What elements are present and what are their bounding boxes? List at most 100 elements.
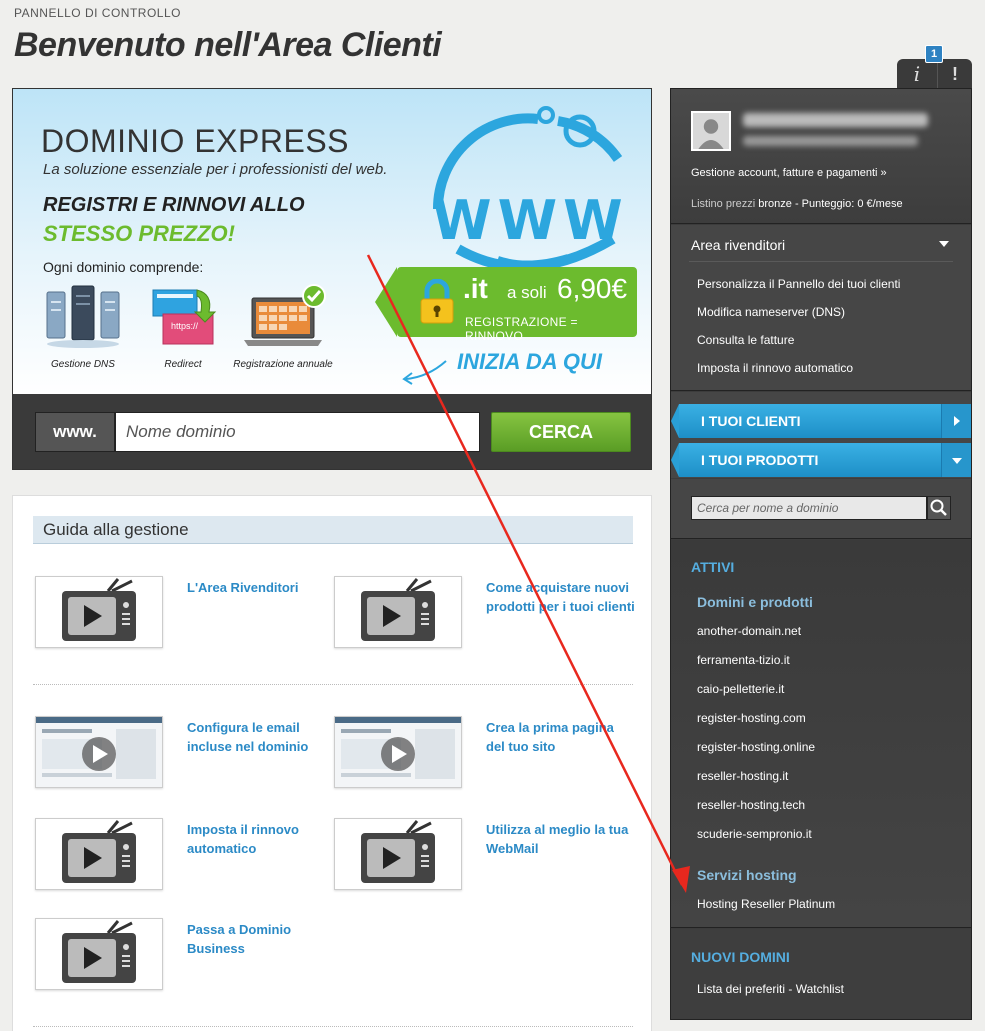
hosting-item[interactable]: Hosting Reseller Platinum xyxy=(697,897,835,911)
feature-annual-label: Registrazione annuale xyxy=(233,359,333,370)
tv-play-icon xyxy=(361,820,435,883)
price-list-value: bronze - Punteggio: 0 €/mese xyxy=(758,198,903,210)
guide-section: Guida alla gestione L'Area Rivenditori Co… xyxy=(12,495,652,1031)
video-item[interactable]: Come acquistare nuovi prodotti per i tuo… xyxy=(334,576,635,656)
reseller-item-autorenew[interactable]: Imposta il rinnovo automatico xyxy=(697,361,853,375)
filter-box xyxy=(671,479,971,539)
tv-play-icon xyxy=(62,920,136,983)
tab-products-label: I TUOI PRODOTTI xyxy=(701,452,819,468)
tv-play-icon xyxy=(361,578,435,641)
www-prefix: www. xyxy=(35,412,115,452)
tab-clients[interactable]: I TUOI CLIENTI xyxy=(671,404,971,438)
domain-item[interactable]: register-hosting.online xyxy=(697,740,815,754)
divider xyxy=(33,684,633,685)
hosting-title: Servizi hosting xyxy=(697,867,797,883)
video-thumbnail[interactable] xyxy=(35,918,163,990)
account-email-redacted xyxy=(743,136,918,146)
new-domains-title: NUOVI DOMINI xyxy=(691,949,790,965)
active-title: ATTIVI xyxy=(691,559,735,575)
banner-headline: REGISTRI E RINNOVI ALLO xyxy=(43,194,305,216)
active-section: ATTIVI Domini e prodotti another-domain.… xyxy=(671,540,971,928)
domain-item[interactable]: scuderie-sempronio.it xyxy=(697,827,812,841)
curved-arrow-icon xyxy=(402,360,447,385)
redirect-icon xyxy=(152,289,217,345)
reseller-item-customize[interactable]: Personalizza il Pannello dei tuoi client… xyxy=(697,277,900,291)
video-title[interactable]: Crea la prima pagina del tuo sito xyxy=(486,718,636,756)
divider xyxy=(689,261,953,262)
video-title[interactable]: Utilizza al meglio la tua WebMail xyxy=(486,820,636,858)
video-title[interactable]: Come acquistare nuovi prodotti per i tuo… xyxy=(486,578,636,616)
video-title[interactable]: Passa a Dominio Business xyxy=(187,920,337,958)
user-avatar-icon[interactable] xyxy=(691,111,731,151)
video-thumbnail[interactable] xyxy=(35,576,163,648)
video-screenshot-icon xyxy=(36,717,162,787)
search-button[interactable]: CERCA xyxy=(491,412,631,452)
chevron-down-icon[interactable] xyxy=(941,443,971,477)
divider xyxy=(33,1026,633,1027)
price-extension: .it xyxy=(463,273,488,304)
domain-item[interactable]: ferramenta-tizio.it xyxy=(697,653,790,667)
domain-search-input[interactable] xyxy=(115,412,480,452)
tab-products[interactable]: I TUOI PRODOTTI xyxy=(671,443,971,477)
feature-annual: Registrazione annuale xyxy=(228,284,338,370)
tab-clients-label: I TUOI CLIENTI xyxy=(701,413,801,429)
account-name-redacted xyxy=(743,113,928,127)
video-item[interactable]: Passa a Dominio Business xyxy=(35,918,325,998)
reseller-item-nameserver[interactable]: Modifica nameserver (DNS) xyxy=(697,305,845,319)
video-item[interactable]: Utilizza al meglio la tua WebMail xyxy=(334,818,628,898)
info-tab[interactable]: i xyxy=(897,59,937,89)
video-screenshot-icon xyxy=(335,717,461,787)
domain-item[interactable]: reseller-hosting.it xyxy=(697,769,788,783)
price-note: REGISTRAZIONE = RINNOVO xyxy=(465,315,578,343)
video-thumbnail[interactable] xyxy=(334,818,462,890)
video-thumbnail[interactable] xyxy=(334,576,462,648)
reseller-area: Area rivenditori Personalizza il Pannell… xyxy=(671,225,971,391)
domain-item[interactable]: caio-pelletterie.it xyxy=(697,682,784,696)
lock-icon xyxy=(420,279,454,324)
video-thumbnail[interactable] xyxy=(35,716,163,788)
video-item[interactable]: Imposta il rinnovo automatico xyxy=(35,818,325,898)
filter-input[interactable] xyxy=(691,496,927,520)
redirect-url-text: https:// xyxy=(171,321,199,331)
search-icon xyxy=(930,499,947,516)
video-title[interactable]: Configura le email incluse nel dominio xyxy=(187,718,337,756)
banner-promo[interactable]: DOMINIO EXPRESS La soluzione essenziale … xyxy=(13,89,651,394)
price-list-info: Listino prezzi bronze - Punteggio: 0 €/m… xyxy=(691,198,903,210)
domain-item[interactable]: register-hosting.com xyxy=(697,711,806,725)
domain-search-bar: www. CERCA xyxy=(13,394,651,469)
reseller-item-invoices[interactable]: Consulta le fatture xyxy=(697,333,794,347)
top-tabs: i ! 1 xyxy=(897,45,972,89)
video-title[interactable]: Imposta il rinnovo automatico xyxy=(187,820,337,858)
domain-express-banner: DOMINIO EXPRESS La soluzione essenziale … xyxy=(12,88,652,470)
watchlist-link[interactable]: Lista dei preferiti - Watchlist xyxy=(697,982,844,996)
banner-cta[interactable]: INIZIA DA QUI xyxy=(457,349,602,375)
video-title[interactable]: L'Area Rivenditori xyxy=(187,578,337,597)
video-thumbnail[interactable] xyxy=(334,716,462,788)
domain-item[interactable]: reseller-hosting.tech xyxy=(697,798,805,812)
notification-badge: 1 xyxy=(925,45,943,63)
video-thumbnail[interactable] xyxy=(35,818,163,890)
video-item[interactable]: Configura le email incluse nel dominio xyxy=(35,716,325,796)
filter-search-button[interactable] xyxy=(927,496,951,520)
video-item[interactable]: Crea la prima pagina del tuo sito xyxy=(334,716,624,796)
account-manage-link[interactable]: Gestione account, fatture e pagamenti » xyxy=(691,167,887,179)
tabs-area: I TUOI CLIENTI I TUOI PRODOTTI xyxy=(671,392,971,478)
price-prefix: a soli xyxy=(507,283,547,302)
page-title: Benvenuto nell'Area Clienti xyxy=(14,26,442,64)
tv-play-icon xyxy=(62,578,136,641)
chevron-right-icon[interactable] xyxy=(941,404,971,438)
domain-item[interactable]: another-domain.net xyxy=(697,624,801,638)
price-list-label: Listino prezzi xyxy=(691,198,756,210)
tv-play-icon xyxy=(62,820,136,883)
globe-icon: WWW xyxy=(432,106,623,272)
feature-redirect-label: Redirect xyxy=(164,359,202,370)
banner-headline-highlight: STESSO PREZZO! xyxy=(43,221,235,246)
chevron-down-icon[interactable] xyxy=(939,241,949,247)
price-tag[interactable]: .it a soli 6,90€ REGISTRAZIONE = RINNOVO xyxy=(375,267,637,343)
reseller-area-title[interactable]: Area rivenditori xyxy=(691,237,785,253)
guide-header: Guida alla gestione xyxy=(33,516,633,544)
feature-dns: Gestione DNS xyxy=(28,284,138,370)
breadcrumb: PANNELLO DI CONTROLLO xyxy=(14,6,181,20)
video-item[interactable]: L'Area Rivenditori xyxy=(35,576,325,656)
alert-tab[interactable]: ! xyxy=(937,59,972,89)
